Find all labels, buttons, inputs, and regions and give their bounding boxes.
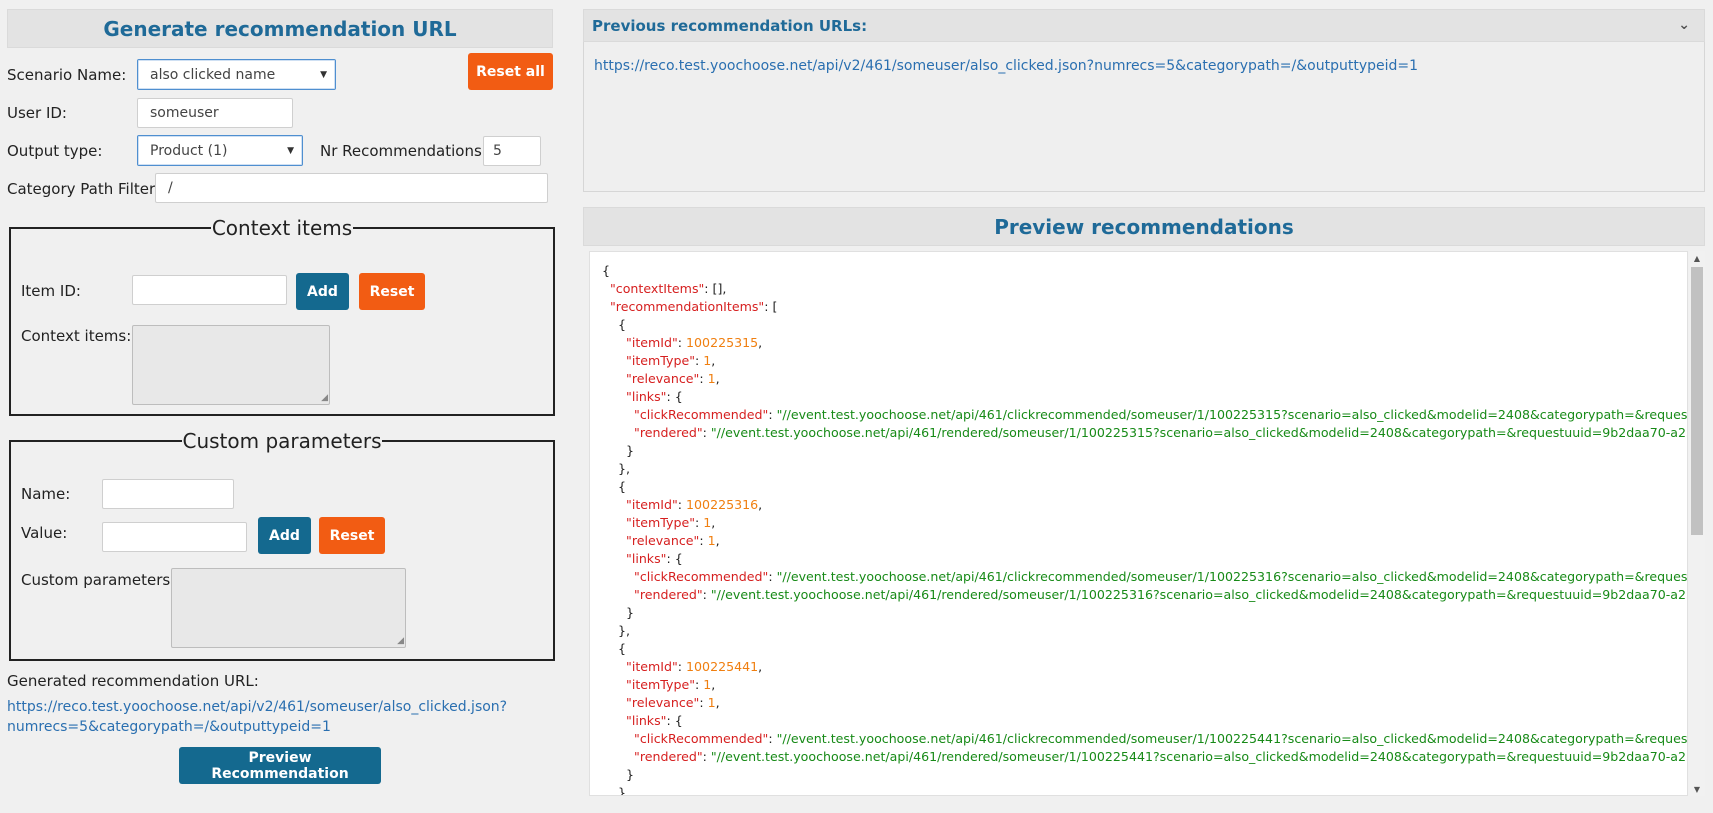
scenario-label: Scenario Name: — [7, 66, 127, 84]
category-path-value: / — [168, 180, 173, 196]
param-value-label: Value: — [21, 524, 68, 542]
reset-all-button[interactable]: Reset all — [468, 53, 553, 90]
scroll-down-icon[interactable]: ▼ — [1689, 782, 1705, 796]
previous-url-link[interactable]: https://reco.test.yoochoose.net/api/v2/4… — [594, 58, 1418, 74]
scenario-select-value: also clicked name — [150, 66, 276, 83]
custom-parameters-textarea[interactable]: ◢ — [171, 568, 406, 648]
scrollbar-thumb[interactable] — [1691, 267, 1703, 535]
output-type-label: Output type: — [7, 142, 103, 160]
generated-url-line2[interactable]: numrecs=5&categorypath=/&outputtypeid=1 — [7, 719, 331, 735]
previous-urls-header[interactable]: Previous recommendation URLs: ⌄ — [583, 9, 1705, 42]
custom-reset-button[interactable]: Reset — [319, 517, 385, 554]
preview-json: { "contextItems": [], "recommendationIte… — [602, 263, 1688, 796]
param-name-label: Name: — [21, 485, 71, 503]
preview-title: Preview recommendations — [583, 207, 1705, 246]
generated-url-label: Generated recommendation URL: — [7, 672, 259, 690]
previous-urls-title: Previous recommendation URLs: — [592, 16, 868, 35]
param-name-input[interactable] — [102, 479, 234, 509]
resize-grip-icon[interactable]: ◢ — [321, 394, 328, 403]
item-id-input[interactable] — [132, 275, 287, 305]
context-items-legend: Context items — [211, 216, 353, 240]
chevron-down-icon[interactable]: ⌄ — [1678, 17, 1690, 33]
resize-grip-icon[interactable]: ◢ — [397, 637, 404, 646]
context-reset-button[interactable]: Reset — [359, 273, 425, 310]
generated-url-link[interactable]: https://reco.test.yoochoose.net/api/v2/4… — [7, 697, 507, 737]
user-id-input[interactable]: someuser — [137, 98, 293, 128]
user-id-value: someuser — [150, 105, 219, 121]
preview-json-viewer[interactable]: { "contextItems": [], "recommendationIte… — [589, 251, 1688, 796]
user-id-label: User ID: — [7, 104, 67, 122]
custom-add-button[interactable]: Add — [258, 517, 311, 554]
item-id-label: Item ID: — [21, 282, 81, 300]
output-type-select[interactable]: Product (1) ▼ — [137, 135, 303, 166]
category-path-label: Category Path Filter: — [7, 180, 160, 198]
previous-urls-body: https://reco.test.yoochoose.net/api/v2/4… — [583, 42, 1705, 192]
category-path-input[interactable]: / — [155, 173, 548, 203]
context-items-label: Context items: — [21, 327, 132, 345]
context-items-textarea[interactable]: ◢ — [132, 325, 330, 405]
generate-title: Generate recommendation URL — [7, 9, 553, 48]
scenario-select[interactable]: also clicked name ▼ — [137, 59, 336, 90]
nr-recommendations-value: 5 — [493, 143, 502, 159]
chevron-down-icon: ▼ — [320, 69, 327, 80]
json-scrollbar[interactable]: ▲ ▼ — [1689, 251, 1705, 796]
custom-parameters-legend: Custom parameters — [182, 429, 382, 453]
nr-recommendations-input[interactable]: 5 — [483, 136, 541, 166]
generate-panel: Generate recommendation URL Reset all Sc… — [0, 0, 560, 813]
scroll-up-icon[interactable]: ▲ — [1689, 251, 1705, 265]
output-type-value: Product (1) — [150, 142, 228, 159]
results-panel: Previous recommendation URLs: ⌄ https://… — [583, 0, 1705, 813]
chevron-down-icon: ▼ — [287, 145, 294, 156]
param-value-input[interactable] — [102, 522, 247, 552]
preview-recommendation-button[interactable]: Preview Recommendation — [179, 747, 381, 784]
custom-parameters-label: Custom parameters: — [21, 571, 176, 589]
generated-url-line1[interactable]: https://reco.test.yoochoose.net/api/v2/4… — [7, 699, 507, 715]
nr-recommendations-label: Nr Recommendations: — [320, 142, 487, 160]
context-add-button[interactable]: Add — [296, 273, 349, 310]
